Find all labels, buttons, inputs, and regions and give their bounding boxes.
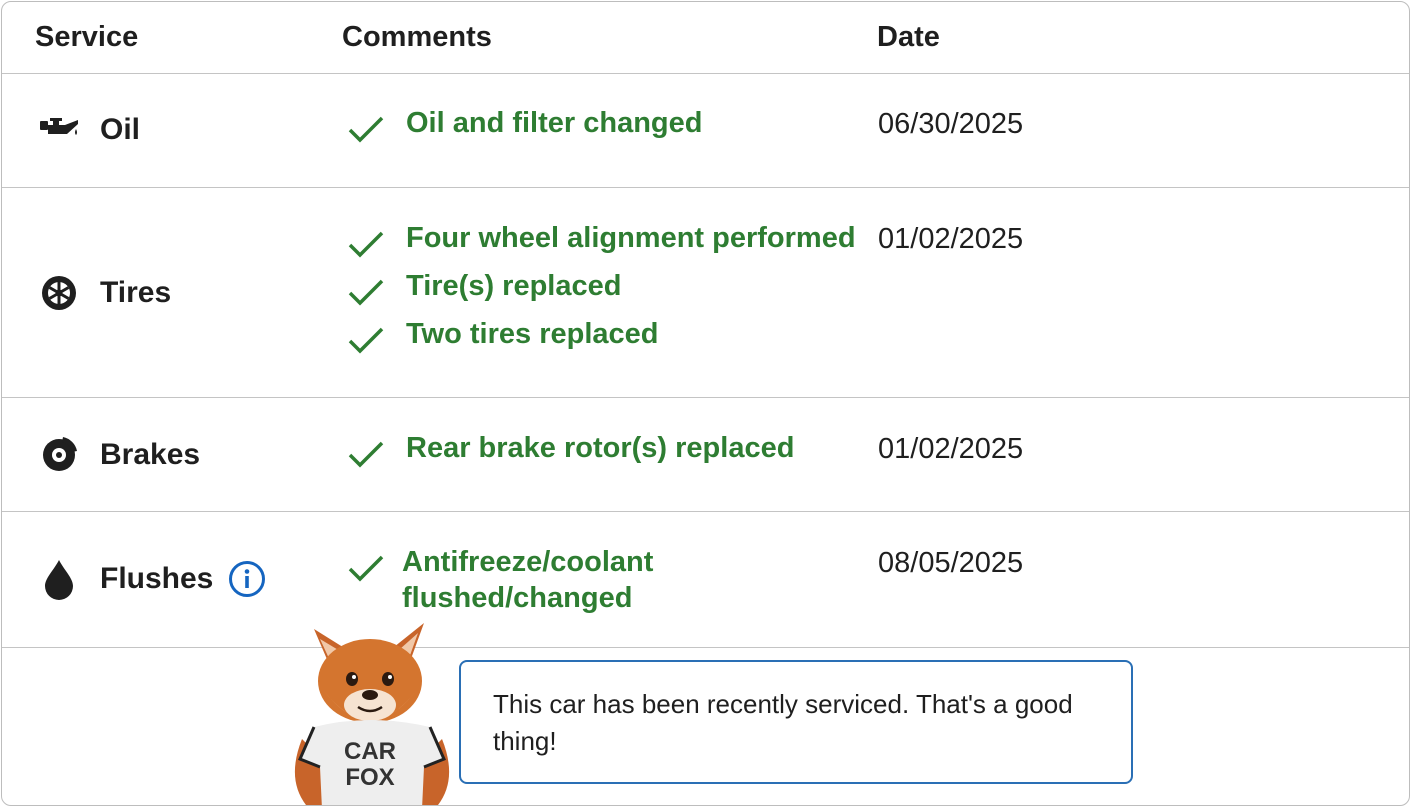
comment-item: Four wheel alignment performed [346,220,856,268]
check-icon [348,116,384,143]
date-cell: 01/02/2025 [878,223,1024,255]
service-label: Oil [100,113,141,146]
service-label: Flushes [100,562,214,595]
service-label: Tires [100,276,172,309]
service-cell: Flushes [38,558,267,600]
info-icon[interactable] [227,559,267,599]
tire-icon [38,272,80,314]
comments-cell: Oil and filter changed [346,105,703,153]
table-row-flushes: Flushes Antifreeze/coolant flushed/chang… [2,512,1409,648]
date-cell: 01/02/2025 [878,433,1024,465]
service-history-table: Service Comments Date Oil Oil and filter… [1,1,1410,806]
mascot-shirt-line2: FOX [345,764,394,791]
table-row-oil: Oil Oil and filter changed 06/30/2025 [2,73,1409,188]
service-cell: Oil [38,109,140,151]
brake-disc-icon [38,434,80,476]
table-row-brakes: Brakes Rear brake rotor(s) replaced 01/0… [2,398,1409,512]
comment-item: Rear brake rotor(s) replaced [346,430,794,478]
date-cell: 08/05/2025 [878,547,1024,579]
check-icon [348,279,384,306]
check-icon [348,441,384,468]
comments-cell: Antifreeze/coolant flushed/changed [346,544,692,614]
drop-icon [38,558,80,600]
comments-cell: Rear brake rotor(s) replaced [346,430,794,478]
message-bubble: This car has been recently serviced. Tha… [459,660,1133,784]
header-comments: Comments [342,21,492,53]
oil-can-icon [38,109,80,151]
header-date: Date [877,21,940,53]
table-header: Service Comments Date [2,2,1409,74]
message-text: This car has been recently serviced. Tha… [493,689,1073,756]
table-row-tires: Tires Four wheel alignment performed Tir… [2,188,1409,398]
date-cell: 06/30/2025 [878,108,1024,140]
service-cell: Tires [38,272,171,314]
header-service: Service [35,21,139,53]
service-label: Brakes [100,438,201,471]
check-icon [348,231,384,258]
check-icon [348,327,384,354]
check-icon [348,555,384,582]
comment-item: Tire(s) replaced [346,268,856,316]
comments-cell: Four wheel alignment performed Tire(s) r… [346,220,856,364]
mascot-shirt-line1: CAR [344,738,396,765]
comment-item: Oil and filter changed [346,105,703,153]
service-summary: CAR FOX This car has been recently servi… [2,623,1409,805]
comment-item: Two tires replaced [346,316,856,364]
service-cell: Brakes [38,434,200,476]
car-fox-mascot: CAR FOX [294,623,450,805]
comment-item: Antifreeze/coolant flushed/changed [346,544,692,614]
